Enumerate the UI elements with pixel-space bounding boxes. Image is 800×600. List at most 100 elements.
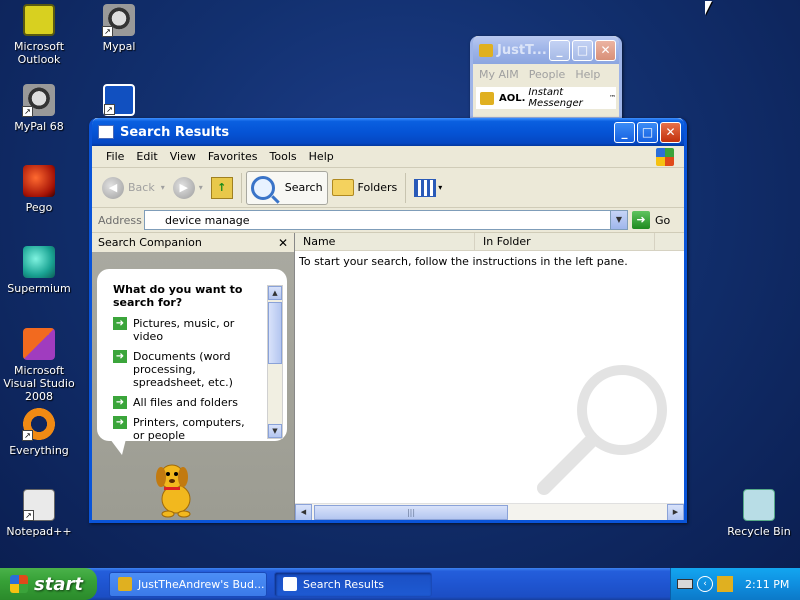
aim-banner-tm: ™	[609, 94, 616, 102]
raccoon-icon: ↗	[102, 4, 135, 37]
address-field[interactable]: device manage ▼	[144, 210, 628, 230]
start-button[interactable]: start	[0, 568, 97, 600]
show-hidden-icons-chevron-icon[interactable]: ‹	[697, 576, 713, 592]
scroll-thumb[interactable]: |||	[314, 505, 508, 520]
menu-view[interactable]: View	[164, 150, 202, 163]
back-button[interactable]: ◀ Back ▾	[98, 171, 169, 205]
maximize-button[interactable]: □	[572, 39, 593, 61]
aim-menu-my-aim[interactable]: My AIM	[479, 68, 519, 81]
raccoon-icon: ↗	[22, 84, 55, 117]
desktop-icon-visual-studio[interactable]: Microsoft Visual Studio 2008	[0, 328, 78, 403]
shortcut-arrow-icon: ↗	[102, 26, 113, 37]
folders-label: Folders	[357, 181, 398, 194]
column-header-name[interactable]: Name	[295, 233, 475, 251]
taskbar-button-label: JustTheAndrew's Bud...	[138, 577, 265, 591]
desktop-icon-label: Recycle Bin	[727, 525, 791, 538]
desktop-icon-recycle-bin[interactable]: Recycle Bin	[720, 489, 798, 538]
desktop-icon-pego[interactable]: Pego	[0, 165, 78, 214]
shortcut-arrow-icon: ↗	[104, 104, 115, 115]
aim-menu-help[interactable]: Help	[575, 68, 600, 81]
start-label: start	[34, 573, 83, 595]
desktop-icon-mypal[interactable]: ↗ Mypal	[80, 4, 158, 53]
back-arrow-icon: ◀	[102, 176, 124, 199]
taskbar-button-search-results[interactable]: Search Results	[274, 571, 432, 597]
go-label: Go	[655, 213, 671, 227]
desktop-icon-outlook[interactable]: Microsoft Outlook	[0, 4, 78, 66]
toolbar: ◀ Back ▾ ▶ ▾ ↑ Search Folders ▾	[92, 168, 684, 208]
aim-menubar: My AIM People Help	[473, 64, 619, 85]
folder-icon	[331, 179, 354, 196]
scroll-thumb[interactable]	[268, 302, 282, 364]
windows-flag-icon	[10, 575, 28, 593]
aim-running-man-icon	[480, 91, 494, 105]
aim-titlebar[interactable]: JustT... _ □ ✕	[473, 36, 619, 64]
desktop-icon-mypal-68[interactable]: ↗ MyPal 68	[0, 84, 78, 133]
option-printers[interactable]: ➜ Printers, computers, or people	[113, 416, 259, 442]
minimize-button[interactable]: _	[614, 121, 635, 143]
search-label: Search	[284, 181, 323, 194]
results-instructions: To start your search, follow the instruc…	[299, 255, 628, 268]
aim-banner-brand: AOL.	[499, 92, 526, 104]
scroll-down-icon[interactable]: ▼	[268, 424, 282, 438]
search-window-icon	[283, 577, 297, 591]
aim-running-man-icon	[118, 577, 132, 591]
address-dropdown-icon[interactable]: ▼	[610, 211, 627, 229]
back-dropdown-icon[interactable]: ▾	[161, 183, 165, 192]
maximize-button[interactable]: □	[637, 121, 658, 143]
search-results-window[interactable]: Search Results _ □ ✕ File Edit View Favo…	[89, 118, 687, 523]
menu-file[interactable]: File	[100, 150, 130, 163]
aim-running-man-icon[interactable]	[717, 576, 733, 592]
aim-running-man-icon	[479, 43, 493, 57]
go-button[interactable]: ➜ Go	[632, 211, 670, 229]
shortcut-arrow-icon: ↗	[23, 510, 34, 521]
option-all-files[interactable]: ➜ All files and folders	[113, 396, 259, 409]
desktop-icon-notepad-plus-plus[interactable]: ↗ Notepad++	[0, 489, 78, 538]
search-companion-title: Search Companion	[98, 236, 202, 249]
scroll-up-icon[interactable]: ▲	[268, 286, 282, 300]
green-arrow-icon: ➜	[113, 317, 127, 330]
outlook-icon	[23, 4, 55, 36]
notepad-plus-plus-icon: ↗	[23, 489, 55, 521]
menu-help[interactable]: Help	[303, 150, 340, 163]
scroll-left-icon[interactable]: ◀	[295, 504, 312, 520]
search-window-titlebar[interactable]: Search Results _ □ ✕	[92, 118, 684, 146]
views-button[interactable]: ▾	[410, 171, 446, 205]
desktop-icon-label: Supermium	[7, 282, 71, 295]
scroll-right-icon[interactable]: ▶	[667, 504, 684, 520]
close-companion-icon[interactable]: ✕	[278, 236, 288, 250]
up-folder-button[interactable]: ↑	[207, 171, 237, 205]
close-button[interactable]: ✕	[595, 39, 616, 61]
column-headers: Name In Folder	[295, 233, 684, 251]
column-header-in-folder[interactable]: In Folder	[475, 233, 655, 251]
taskbar-button-aim[interactable]: JustTheAndrew's Bud...	[109, 571, 267, 597]
mouse-cursor-icon	[705, 1, 712, 15]
aim-menu-people[interactable]: People	[529, 68, 566, 81]
go-arrow-icon: ➜	[632, 211, 650, 229]
desktop-icon-label: MyPal 68	[14, 120, 64, 133]
pego-icon	[23, 165, 55, 197]
forward-button[interactable]: ▶ ▾	[169, 171, 207, 205]
bubble-scrollbar[interactable]: ▲ ▼	[267, 285, 283, 439]
search-button[interactable]: Search	[245, 170, 328, 205]
forward-dropdown-icon[interactable]: ▾	[199, 183, 203, 192]
close-button[interactable]: ✕	[660, 121, 681, 143]
taskbar: start JustTheAndrew's Bud... Search Resu…	[0, 568, 800, 600]
clock: 2:11 PM	[745, 577, 790, 591]
horizontal-scrollbar[interactable]: ◀ ||| ▶	[295, 503, 684, 520]
aim-buddy-list-window[interactable]: JustT... _ □ ✕ My AIM People Help AOL. I…	[470, 36, 622, 120]
desktop-icon-everything[interactable]: ↗ Everything	[0, 408, 78, 457]
desktop-icon-label: Microsoft Outlook	[13, 40, 65, 66]
desktop-icon-supermium[interactable]: Supermium	[0, 246, 78, 295]
visual-studio-icon	[23, 328, 55, 360]
folders-button[interactable]: Folders	[328, 171, 402, 205]
menu-tools[interactable]: Tools	[264, 150, 303, 163]
desktop-icon-label: Mypal	[102, 40, 136, 53]
option-documents[interactable]: ➜ Documents (word processing, spreadshee…	[113, 350, 259, 389]
minimize-button[interactable]: _	[549, 39, 570, 61]
option-pictures[interactable]: ➜ Pictures, music, or video	[113, 317, 259, 343]
menu-edit[interactable]: Edit	[130, 150, 163, 163]
menu-favorites[interactable]: Favorites	[202, 150, 264, 163]
desktop-icon-aim[interactable]: ↗	[80, 84, 158, 120]
keyboard-icon[interactable]	[677, 579, 693, 589]
bubble-tail	[110, 439, 126, 455]
